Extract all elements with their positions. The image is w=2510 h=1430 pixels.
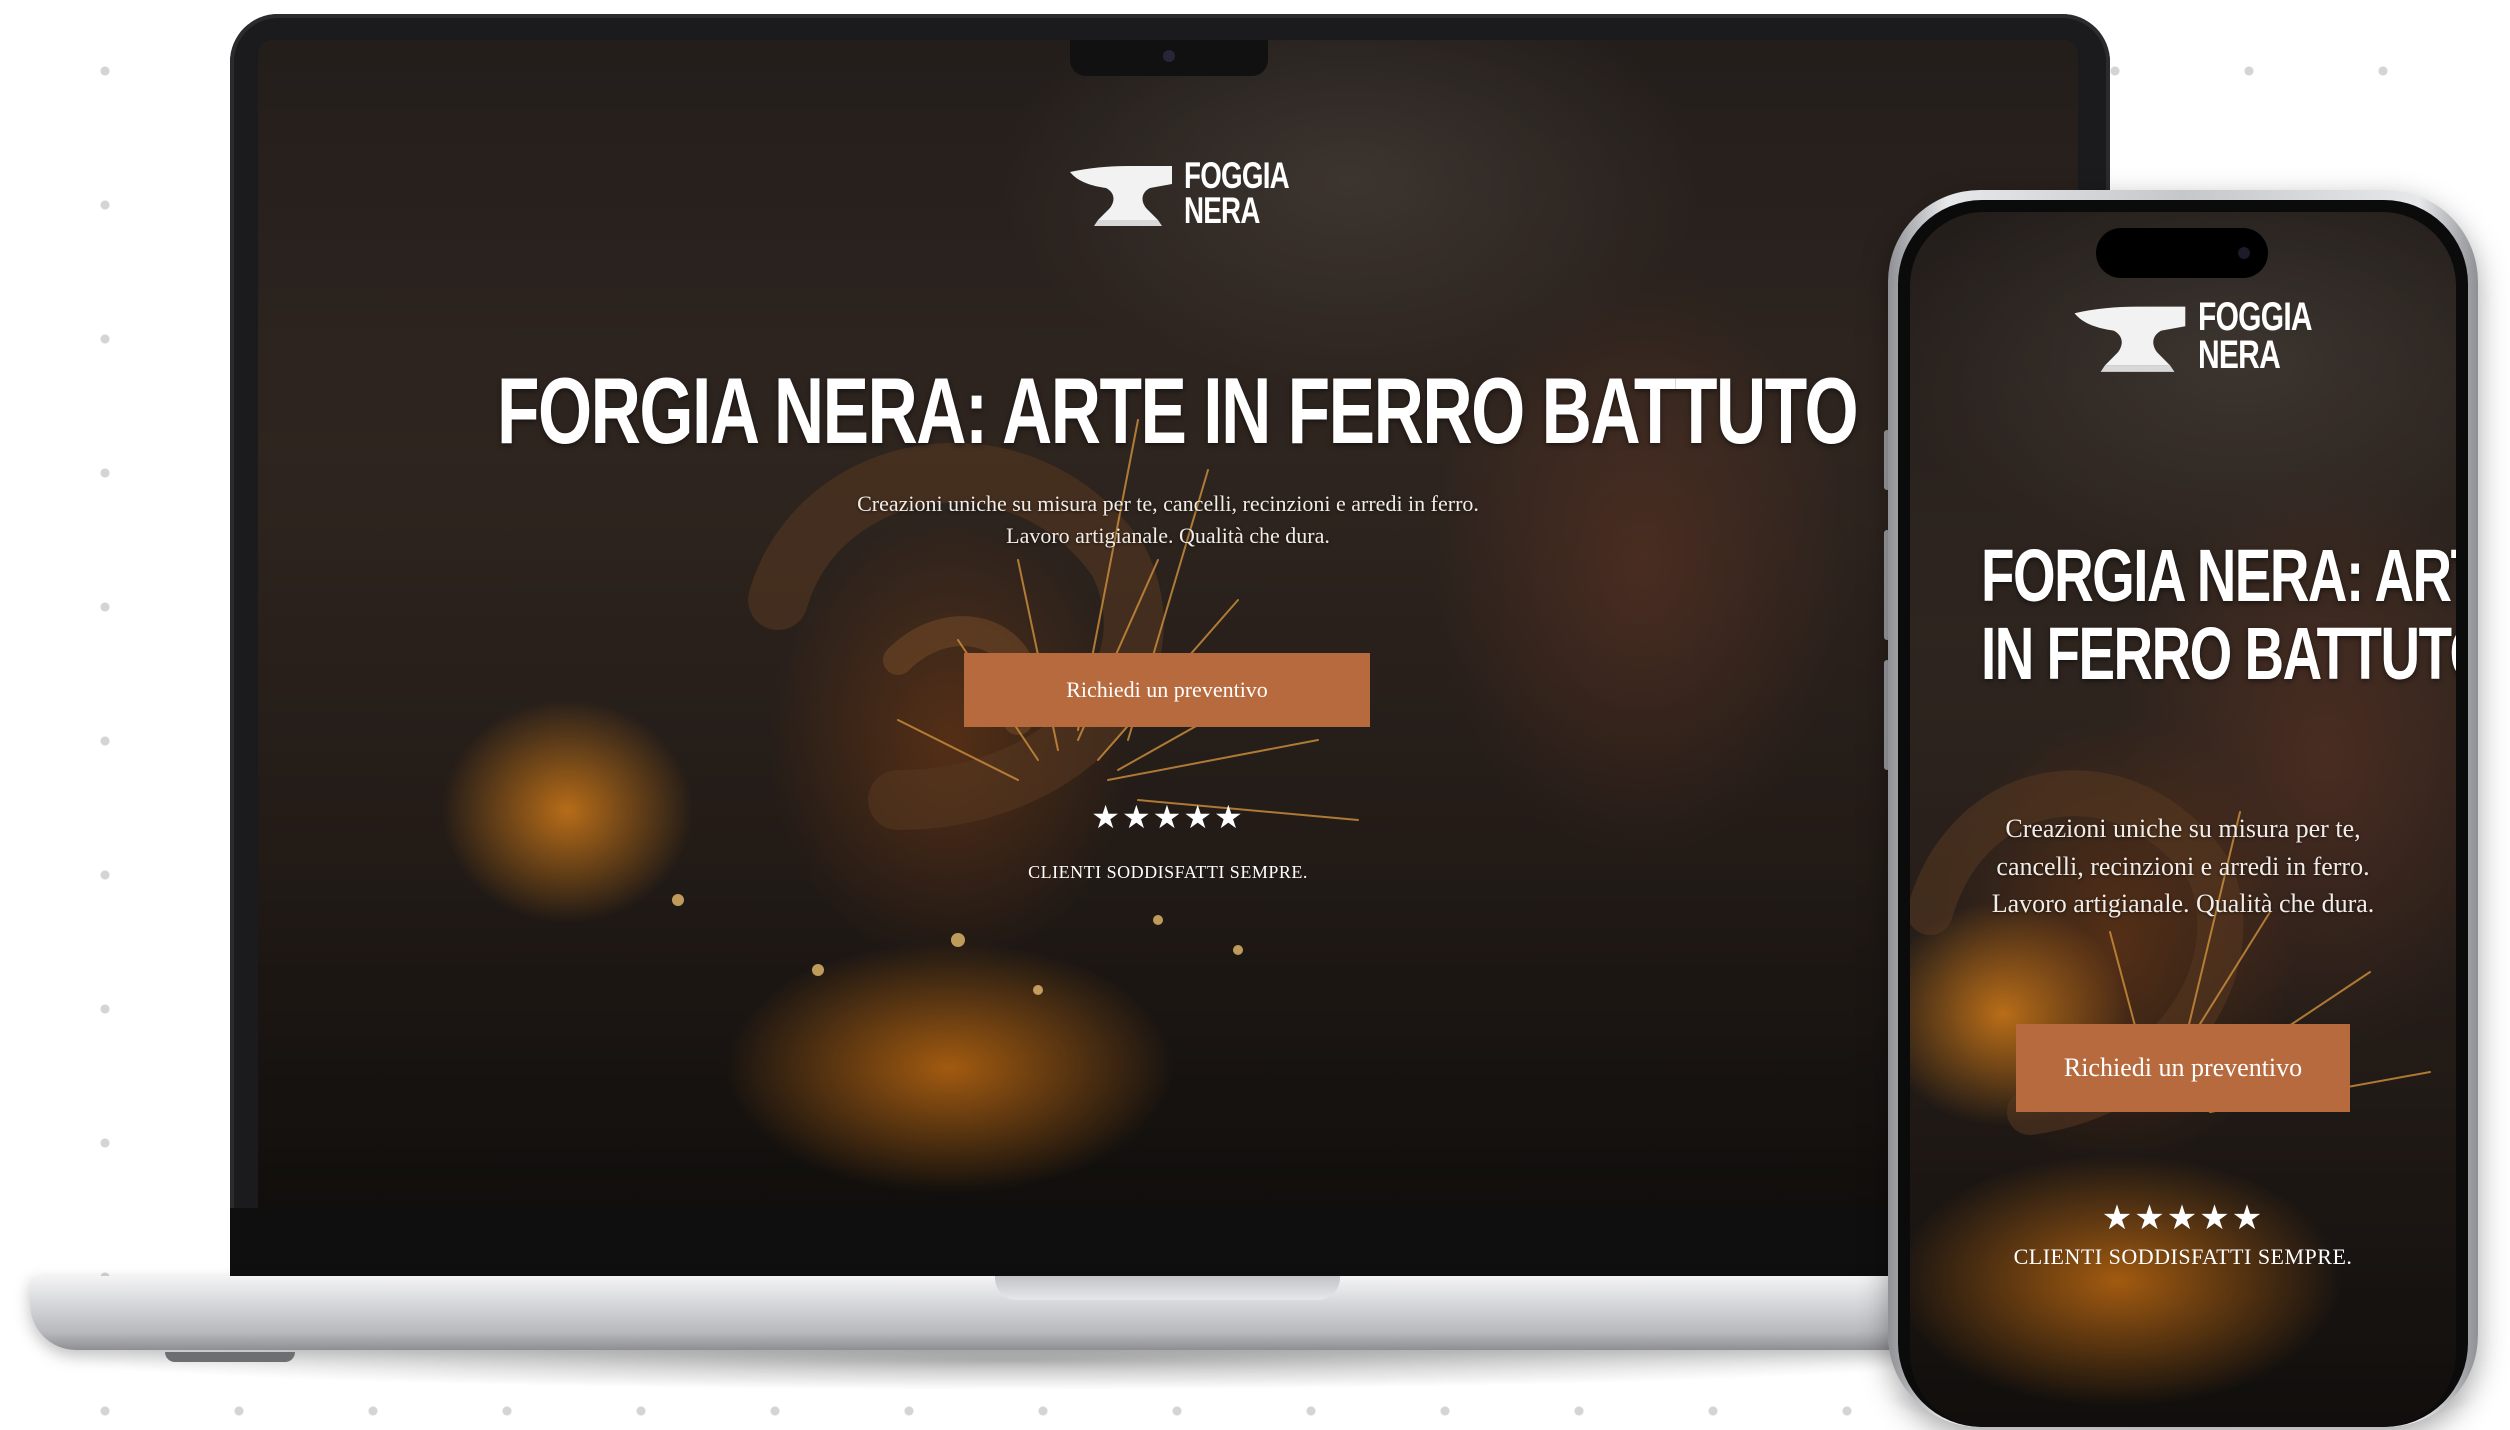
- logo-wordmark: FOGGIA NERA: [1184, 155, 1290, 232]
- hero-title-line-2: IN FERRO BATTUTO: [1980, 611, 2456, 695]
- hero-subtitle: Creazioni uniche su misura per te, cance…: [258, 488, 2078, 552]
- rating-caption: CLIENTI SODDISFATTI SEMPRE.: [2013, 1244, 2353, 1269]
- hero-section: FOGGIA NERA FORGIA NERA: ARTE IN FERRO B…: [258, 40, 2078, 1208]
- anvil-icon: [2074, 306, 2186, 372]
- logo-line-2: NERA: [1184, 190, 1260, 232]
- rating-caption: CLIENTI SODDISFATTI SEMPRE.: [1028, 862, 1308, 882]
- rating-stars-icon: ★★★★★: [2101, 1200, 2265, 1237]
- rating-stars-icon: ★★★★★: [1091, 799, 1245, 835]
- site-logo[interactable]: FOGGIA NERA: [2072, 295, 2350, 377]
- hero-subtitle-line-1: Creazioni uniche su misura per te,: [2005, 814, 2361, 843]
- hero-title-line-1: FORGIA NERA: ARTE: [1980, 534, 2456, 617]
- camera-icon: [1163, 50, 1175, 62]
- hero-subtitle-line-3: Lavoro artigianale. Qualità che dura.: [1991, 889, 2375, 919]
- hero-subtitle-line-1: Creazioni uniche su misura per te, cance…: [857, 491, 1479, 516]
- logo-line-2: NERA: [2198, 333, 2281, 377]
- hero-subtitle: Creazioni uniche su misura per te, cance…: [1940, 810, 2426, 923]
- laptop-foot: [165, 1352, 295, 1362]
- hero-title: FORGIA NERA: ARTE IN FERRO BATTUTO: [1910, 537, 2456, 692]
- hero-title: FORGIA NERA: ARTE IN FERRO BATTUTO: [496, 358, 1859, 463]
- laptop-screen: FOGGIA NERA FORGIA NERA: ARTE IN FERRO B…: [258, 40, 2078, 1208]
- request-quote-button[interactable]: Richiedi un preventivo: [2016, 1024, 2350, 1112]
- logo-line-1: FOGGIA: [1184, 155, 1290, 196]
- camera-icon: [2238, 247, 2250, 259]
- hero-subtitle-line-2: Lavoro artigianale. Qualità che dura.: [1006, 522, 1330, 548]
- mobile-hero-section: FOGGIA NERA FORGIA NERA: ARTE IN FERRO B…: [1910, 212, 2456, 1427]
- logo-wordmark: FOGGIA NERA: [2198, 295, 2313, 377]
- request-quote-button[interactable]: Richiedi un preventivo: [964, 653, 1370, 727]
- anvil-icon: [1070, 166, 1172, 227]
- hero-subtitle-line-2: cancelli, recinzioni e arredi in ferro.: [1996, 851, 2370, 881]
- site-logo[interactable]: FOGGIA NERA: [1068, 155, 1324, 232]
- laptop-opening-groove: [995, 1276, 1340, 1300]
- dynamic-island: [2096, 228, 2268, 278]
- logo-line-1: FOGGIA: [2198, 295, 2313, 339]
- phone-screen: FOGGIA NERA FORGIA NERA: ARTE IN FERRO B…: [1910, 212, 2456, 1427]
- laptop-notch: [1070, 40, 1268, 76]
- laptop-bezel: [230, 1208, 2110, 1278]
